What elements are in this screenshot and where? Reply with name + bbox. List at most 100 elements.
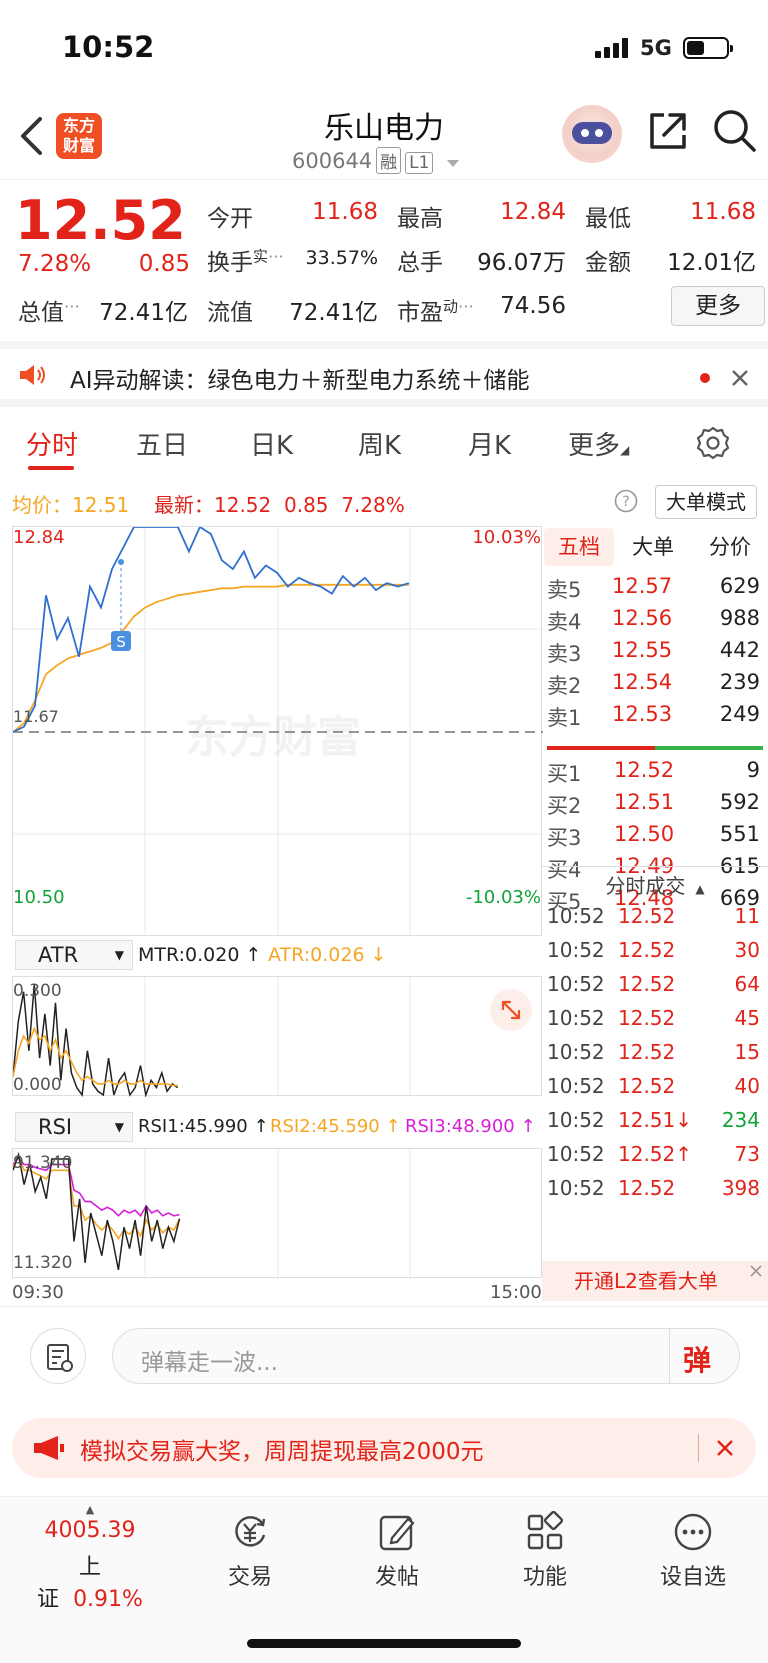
help-icon[interactable]: ?	[614, 489, 638, 513]
network-label: 5G	[640, 36, 672, 60]
bid-row[interactable]: 买3 12.50 551	[542, 822, 768, 854]
tab-weekly-k[interactable]: 周K	[358, 425, 401, 462]
axis-top-pct: 10.03%	[472, 527, 541, 548]
nav-functions[interactable]: 功能	[490, 1511, 600, 1591]
index-quote[interactable]: ▲ 4005.39 上证 0.91%	[30, 1503, 150, 1613]
megaphone-icon	[34, 1436, 64, 1460]
ask-price: 12.56	[612, 606, 673, 630]
trade-row: 10:52 12.52↑ 73	[542, 1142, 768, 1176]
trade-price: 12.52	[618, 1040, 676, 1064]
trade-time: 10:52	[547, 1040, 605, 1064]
watermark-text: 东方财富	[185, 712, 361, 763]
search-icon[interactable]	[712, 108, 758, 154]
ask-row[interactable]: 卖1 12.53 249	[542, 702, 768, 734]
expand-button[interactable]	[490, 989, 532, 1031]
axis-mid: 11.67	[13, 707, 59, 726]
volume-value: 96.07万	[477, 250, 566, 276]
ai-insight-bar[interactable]: AI异动解读：绿色电力＋新型电力系统＋储能	[0, 341, 768, 407]
settings-gear-icon[interactable]	[695, 425, 731, 461]
ask-row[interactable]: 卖2 12.54 239	[542, 670, 768, 702]
tab-intraday[interactable]: 分时	[26, 425, 78, 462]
low-value: 11.68	[690, 199, 756, 225]
close-icon[interactable]	[716, 1439, 734, 1457]
trade-volume: 64	[734, 972, 760, 996]
change-pct: 7.28%	[18, 251, 92, 277]
trade-price: 12.52	[618, 1006, 676, 1030]
trade-time: 10:52	[547, 1176, 605, 1200]
nav-post[interactable]: 发帖	[342, 1511, 452, 1591]
nav-add-watchlist[interactable]: 设自选	[638, 1511, 748, 1591]
bottom-nav: ▲ 4005.39 上证 0.91% 交易 发帖 功能 设自选	[0, 1496, 768, 1663]
ask-row[interactable]: 卖4 12.56 988	[542, 606, 768, 638]
trade-price: 12.52↑	[618, 1142, 693, 1166]
mktcap-value: 72.41亿	[99, 300, 188, 326]
trade-row: 10:52 12.52 40	[542, 1074, 768, 1108]
axis-top: 12.84	[13, 527, 65, 548]
bid-row[interactable]: 买2 12.51 592	[542, 790, 768, 822]
ai-insight-text: AI异动解读：绿色电力＋新型电力系统＋储能	[70, 368, 530, 394]
tab-five-day[interactable]: 五日	[136, 425, 188, 462]
bid-label: 买2	[547, 794, 582, 818]
share-icon[interactable]	[646, 109, 690, 153]
ask-row[interactable]: 卖5 12.57 629	[542, 574, 768, 606]
rsi-chart[interactable]: 91.340 11.320	[12, 1148, 542, 1279]
signal-icon	[595, 38, 628, 58]
atr-select[interactable]: ATR ▼	[15, 940, 133, 970]
trade-volume: 40	[734, 1074, 760, 1098]
close-icon[interactable]	[748, 1263, 764, 1279]
tab-monthly-k[interactable]: 月K	[468, 425, 511, 462]
trade-time: 10:52	[547, 904, 605, 928]
intraday-chart[interactable]: 东方财富 S 12.84 10.03% 11.67 10.50 -10.03%	[12, 525, 543, 937]
bid-price: 12.51	[614, 790, 675, 814]
comment-list-button[interactable]	[30, 1328, 86, 1384]
bid-row[interactable]: 买1 12.52 9	[542, 758, 768, 790]
trade-row: 10:52 12.52 398	[542, 1176, 768, 1210]
promo-banner[interactable]: 模拟交易赢大奖，周周提现最高2000元	[12, 1418, 756, 1478]
stock-code: 600644	[292, 149, 373, 173]
dropdown-icon	[447, 160, 460, 167]
danmu-input[interactable]: 弹幕走一波... 弹	[112, 1328, 740, 1384]
open-label: 今开	[207, 206, 253, 232]
atr-chart[interactable]: 0.300 0.000	[12, 976, 542, 1098]
rsi-select[interactable]: RSI ▼	[15, 1112, 133, 1142]
red-dot-indicator	[700, 373, 710, 383]
trades-title[interactable]: 分时成交 ▲	[542, 870, 768, 899]
ai-robot-icon[interactable]	[562, 105, 622, 163]
tab-more[interactable]: 更多◢	[568, 425, 629, 462]
ask-row[interactable]: 卖3 12.55 442	[542, 638, 768, 670]
l2-upsell-bar[interactable]: 开通L2查看大单	[542, 1261, 768, 1301]
more-button[interactable]: 更多	[671, 286, 765, 326]
latest-price: 最新：12.52 0.85 7.28%	[154, 493, 405, 517]
atr-axis-bottom: 0.000	[13, 1075, 62, 1095]
trade-row: 10:52 12.52 11	[542, 904, 768, 938]
axis-bottom-pct: -10.03%	[465, 887, 541, 908]
ask-volume: 239	[719, 670, 760, 694]
nav-trade[interactable]: 交易	[195, 1511, 305, 1591]
high-label: 最高	[397, 206, 443, 232]
margin-tag: 融	[376, 147, 402, 174]
more-dots-icon	[674, 1513, 712, 1551]
trade-volume: 15	[734, 1040, 760, 1064]
trade-price: 12.52	[618, 1176, 676, 1200]
time-end: 15:00	[490, 1282, 542, 1303]
trade-time: 10:52	[547, 1006, 605, 1030]
trade-volume: 234	[721, 1108, 760, 1132]
tab-five-levels[interactable]: 五档	[544, 528, 614, 566]
bid-volume: 551	[719, 822, 760, 846]
tab-big-orders[interactable]: 大单	[618, 528, 688, 566]
orderbook-tabs: 五档 大单 分价	[542, 528, 768, 566]
tab-daily-k[interactable]: 日K	[250, 425, 293, 462]
big-order-mode-button[interactable]: 大单模式	[655, 485, 757, 519]
danmu-toggle-button[interactable]: 弹	[683, 1339, 711, 1379]
chart-tabs: 分时 五日 日K 周K 月K 更多◢	[0, 407, 768, 477]
trade-volume: 11	[734, 904, 760, 928]
price-info-bar: 均价：12.51 最新：12.52 0.85 7.28% ? 大单模式	[0, 477, 768, 523]
stock-code-row[interactable]: 600644 融 L1	[292, 147, 460, 174]
tab-price-dist[interactable]: 分价	[692, 528, 768, 566]
ask-price: 12.54	[612, 670, 673, 694]
atr-panel: ATR ▼ MTR:0.020 ↑ ATR:0.026 ↓ 0.300 0.000	[0, 938, 542, 1098]
triangle-icon: ▼	[114, 1120, 124, 1134]
open-value: 11.68	[312, 199, 378, 225]
close-icon[interactable]	[730, 368, 750, 388]
time-start: 09:30	[12, 1282, 64, 1303]
